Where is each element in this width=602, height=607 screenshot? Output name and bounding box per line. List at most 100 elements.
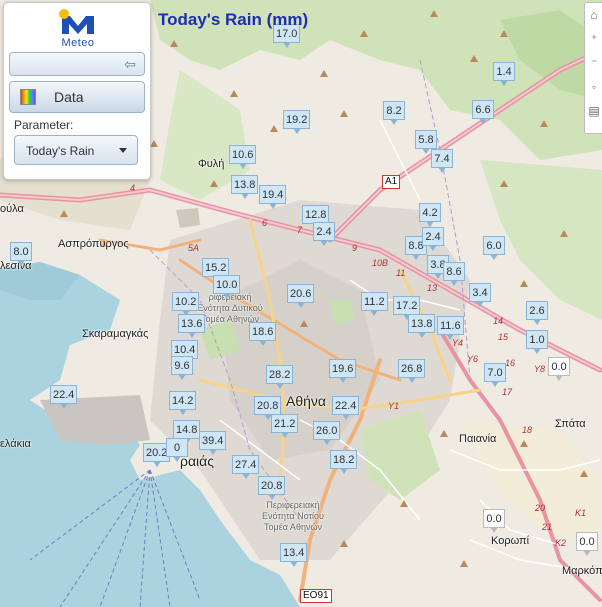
rain-marker[interactable]: 18.2 xyxy=(330,450,358,474)
peak-icon xyxy=(210,180,218,187)
rain-marker[interactable]: 20.8 xyxy=(258,476,286,500)
rain-marker[interactable]: 4.2 xyxy=(419,203,441,227)
road-label-16: 16 xyxy=(505,358,516,368)
peak-icon xyxy=(300,320,308,327)
road-label-11: 11 xyxy=(396,268,406,278)
parameter-label: Parameter: xyxy=(14,118,74,132)
rain-marker[interactable]: 2.6 xyxy=(526,301,548,325)
rain-marker[interactable]: 8.2 xyxy=(383,101,405,125)
road-label-9: 9 xyxy=(352,243,358,253)
road-shield-eo91: EO91 xyxy=(300,589,332,603)
rain-marker[interactable]: 8.6 xyxy=(443,262,465,286)
place-koropi: Κορωπί xyxy=(491,535,530,547)
rain-marker[interactable]: 26.8 xyxy=(398,359,426,383)
peak-icon xyxy=(170,40,178,47)
rain-marker[interactable]: 7.0 xyxy=(484,363,506,387)
rain-marker[interactable]: 9.6 xyxy=(171,356,193,380)
parameter-select[interactable]: Today's Rain xyxy=(14,135,138,165)
rain-marker[interactable]: 10.6 xyxy=(229,145,257,169)
rain-marker[interactable]: 6.6 xyxy=(472,100,494,124)
peak-icon xyxy=(430,10,438,17)
locate-icon[interactable]: ◦ xyxy=(585,75,602,99)
map-toolbar: ⌂ ⁺ ⁻ ◦ ▤ xyxy=(584,2,602,134)
road-label-17: 17 xyxy=(502,387,513,397)
road-label-y8: Y8 xyxy=(534,364,546,374)
road-label-15: 15 xyxy=(498,332,509,342)
peak-icon xyxy=(270,125,278,132)
data-button[interactable]: Data xyxy=(9,81,145,113)
rain-marker[interactable]: 22.4 xyxy=(50,385,78,409)
peak-icon xyxy=(230,90,238,97)
peak-icon xyxy=(320,70,328,77)
rain-marker[interactable]: 10.0 xyxy=(213,275,241,299)
peak-icon xyxy=(520,280,528,287)
peak-icon xyxy=(340,540,348,547)
rain-marker[interactable]: 0.0 xyxy=(483,509,505,533)
road-label-y1: Y1 xyxy=(388,401,400,411)
road-label-y6: Y6 xyxy=(467,354,479,364)
peak-icon xyxy=(460,560,468,567)
rain-marker[interactable]: 26.0 xyxy=(313,421,341,445)
rain-marker[interactable]: 13.8 xyxy=(231,175,259,199)
layers-icon[interactable]: ▤ xyxy=(585,99,602,123)
road-label-14: 14 xyxy=(493,316,504,326)
place-spata: Σπάτα xyxy=(555,418,586,430)
road-label-13: 13 xyxy=(427,283,438,293)
rain-marker[interactable]: 1.0 xyxy=(526,330,548,354)
peak-icon xyxy=(150,140,158,147)
rain-marker[interactable]: 6.0 xyxy=(483,236,505,260)
rain-marker[interactable]: 20.6 xyxy=(287,284,315,308)
meteo-logo: Meteo xyxy=(56,8,100,49)
rain-marker[interactable]: 18.6 xyxy=(249,322,277,346)
rain-marker[interactable]: 7.4 xyxy=(431,149,453,173)
road-label-7: 7 xyxy=(297,225,303,235)
rain-marker[interactable]: 13.4 xyxy=(280,543,308,567)
peak-icon xyxy=(60,210,68,217)
peak-icon xyxy=(500,30,508,37)
rain-marker[interactable]: 8.0 xyxy=(10,242,32,266)
rain-marker[interactable]: 2.4 xyxy=(313,222,335,246)
road-label-20: 20 xyxy=(535,503,546,513)
back-arrow-icon: ⇦ xyxy=(124,56,136,72)
rain-marker[interactable]: 21.2 xyxy=(271,414,299,438)
zoom-out-icon[interactable]: ⁻ xyxy=(585,51,602,75)
peak-icon xyxy=(340,110,348,117)
place-paiania: Παιανία xyxy=(459,433,497,445)
palette-icon xyxy=(20,89,36,105)
place-kelakia: ελάκια xyxy=(0,438,31,450)
rain-marker[interactable]: 27.4 xyxy=(232,455,260,479)
road-label-21: 21 xyxy=(542,522,553,532)
rain-marker[interactable]: 20.8 xyxy=(254,396,282,420)
rain-marker[interactable]: 13.8 xyxy=(408,314,436,338)
back-button[interactable]: ⇦ xyxy=(9,52,145,76)
rain-marker[interactable]: 11.6 xyxy=(437,316,464,340)
rain-marker[interactable]: 13.6 xyxy=(178,314,206,338)
place-notios: Περιφερειακή Ενότητα Νοτίου Τομέα Αθηνών xyxy=(262,500,324,532)
peak-icon xyxy=(540,120,548,127)
rain-marker[interactable]: 19.4 xyxy=(259,185,287,209)
rain-marker[interactable]: 17.2 xyxy=(393,296,421,320)
rain-marker[interactable]: 11.2 xyxy=(361,292,388,316)
rain-marker[interactable]: 3.4 xyxy=(469,283,491,307)
rain-marker[interactable]: 19.2 xyxy=(283,110,311,134)
peak-icon xyxy=(400,500,408,507)
rain-marker[interactable]: 2.4 xyxy=(422,227,444,251)
rain-marker[interactable]: 39.4 xyxy=(199,431,227,455)
rain-marker[interactable]: 19.6 xyxy=(329,359,357,383)
peak-icon xyxy=(580,470,588,477)
rain-marker[interactable]: 14.2 xyxy=(169,391,197,415)
zoom-in-icon[interactable]: ⁺ xyxy=(585,27,602,51)
rain-marker[interactable]: 0 xyxy=(166,438,188,462)
peak-icon xyxy=(500,180,508,187)
peak-icon xyxy=(440,430,448,437)
rain-marker[interactable]: 1.4 xyxy=(493,62,515,86)
data-button-label: Data xyxy=(54,89,84,105)
rain-marker[interactable]: 0.0 xyxy=(548,357,570,381)
rain-marker[interactable]: 0.0 xyxy=(576,532,598,556)
rain-marker[interactable]: 14.8 xyxy=(173,420,201,444)
home-icon[interactable]: ⌂ xyxy=(585,3,602,27)
rain-marker[interactable]: 10.2 xyxy=(172,292,200,316)
rain-marker[interactable]: 5.8 xyxy=(415,130,437,154)
rain-marker[interactable]: 22.4 xyxy=(332,396,360,420)
rain-marker[interactable]: 28.2 xyxy=(266,365,294,389)
